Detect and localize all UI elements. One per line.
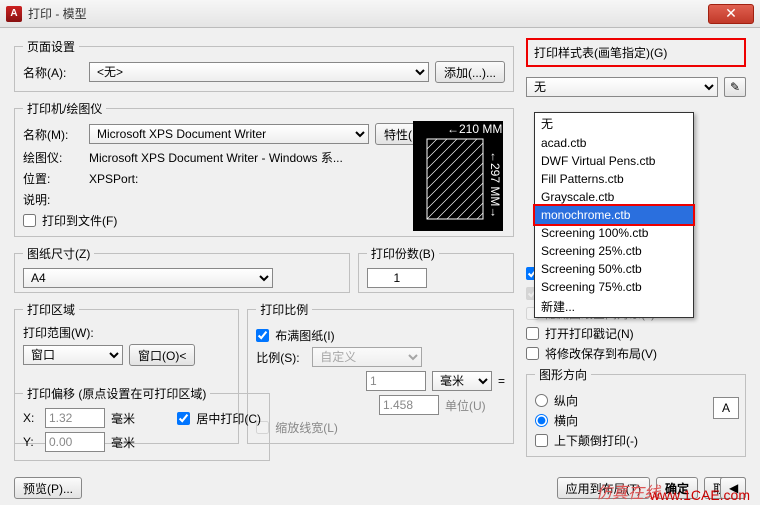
plot-style-table-group: 打印样式表(画笔指定)(G) [526, 38, 746, 67]
apply-to-layout-button[interactable]: 应用到布局(T) [557, 477, 650, 499]
scale-unit2-label: 单位(U) [445, 397, 505, 414]
window-pick-button[interactable]: 窗口(O)< [129, 344, 195, 366]
page-setup-name-combo[interactable]: <无> [89, 62, 429, 82]
printer-name-combo[interactable]: Microsoft XPS Document Writer [89, 124, 369, 144]
printer-legend: 打印机/绘图仪 [23, 100, 106, 117]
save-changes-label: 将修改保存到布局(V) [545, 345, 657, 362]
dropdown-item[interactable]: Screening 50%.ctb [535, 260, 693, 278]
printer-group: 打印机/绘图仪 名称(M): Microsoft XPS Document Wr… [14, 100, 514, 237]
close-button[interactable]: ✕ [708, 4, 754, 24]
dropdown-item[interactable]: acad.ctb [535, 134, 693, 152]
landscape-radio[interactable] [535, 414, 548, 427]
plot-style-dropdown-list[interactable]: 无 acad.ctb DWF Virtual Pens.ctb Fill Pat… [534, 112, 694, 318]
orientation-icon: A [713, 397, 739, 419]
dropdown-item-selected[interactable]: monochrome.ctb [535, 206, 693, 224]
orientation-legend: 图形方向 [535, 366, 591, 383]
location-value: XPSPort: [89, 172, 138, 186]
collapse-button[interactable]: ◀ [720, 477, 746, 499]
page-setup-group: 页面设置 名称(A): <无> 添加(...)... [14, 38, 514, 92]
plot-area-legend: 打印区域 [23, 301, 79, 318]
plotter-value: Microsoft XPS Document Writer - Windows … [89, 149, 343, 166]
dropdown-item[interactable]: 无 [535, 113, 693, 134]
center-plot-checkbox[interactable] [177, 412, 190, 425]
printer-name-label: 名称(M): [23, 126, 83, 143]
offset-x-unit: 毫米 [111, 410, 135, 427]
equals-label: = [498, 374, 505, 388]
dropdown-item[interactable]: Screening 25%.ctb [535, 242, 693, 260]
paper-size-legend: 图纸尺寸(Z) [23, 245, 94, 262]
plot-scale-group: 打印比例 布满图纸(I) 比例(S): 自定义 毫米 = 单位(U) 缩放线宽(… [247, 301, 514, 444]
scale-ratio-label: 比例(S): [256, 349, 306, 366]
fit-to-paper-label: 布满图纸(I) [275, 327, 334, 344]
plot-stamp-label: 打开打印戳记(N) [545, 325, 634, 342]
offset-x-label: X: [23, 411, 39, 425]
upside-down-checkbox[interactable] [535, 434, 548, 447]
plot-offset-legend: 打印偏移 (原点设置在可打印区域) [23, 385, 210, 402]
scale-mm2-input [379, 395, 439, 415]
page-setup-add-button[interactable]: 添加(...)... [435, 61, 505, 83]
offset-y-unit: 毫米 [111, 434, 135, 451]
landscape-label: 横向 [554, 412, 578, 429]
paper-preview: ←210 MM→ ←297 MM→ [413, 121, 503, 231]
copies-group: 打印份数(B) [358, 245, 514, 293]
dropdown-item[interactable]: DWF Virtual Pens.ctb [535, 152, 693, 170]
plot-style-table-legend: 打印样式表(画笔指定)(G) [534, 46, 667, 60]
page-setup-legend: 页面设置 [23, 38, 79, 55]
offset-y-label: Y: [23, 435, 39, 449]
titlebar: A 打印 - 模型 ✕ [0, 0, 760, 28]
dropdown-item[interactable]: Screening 75%.ctb [535, 278, 693, 296]
offset-x-input [45, 408, 105, 428]
center-plot-label: 居中打印(C) [196, 410, 261, 427]
paper-width-text: ←210 MM→ [447, 122, 503, 136]
location-label: 位置: [23, 170, 83, 187]
portrait-label: 纵向 [554, 392, 578, 409]
upside-down-label: 上下颠倒打印(-) [554, 432, 638, 449]
orientation-group: 图形方向 纵向 横向 上下颠倒打印(-) A [526, 366, 746, 457]
ok-button[interactable]: 确定 [656, 477, 698, 499]
offset-y-input [45, 432, 105, 452]
paper-size-group: 图纸尺寸(Z) A4 [14, 245, 350, 293]
scale-unit-combo[interactable]: 毫米 [432, 371, 492, 391]
description-label: 说明: [23, 191, 83, 208]
scale-mm1-input [366, 371, 426, 391]
copies-input[interactable] [367, 268, 427, 288]
fit-to-paper-checkbox[interactable] [256, 329, 269, 342]
preview-button[interactable]: 预览(P)... [14, 477, 82, 499]
window-title: 打印 - 模型 [28, 5, 708, 22]
plot-scale-legend: 打印比例 [256, 301, 312, 318]
save-changes-checkbox[interactable] [526, 347, 539, 360]
dialog-footer: 预览(P)... 应用到布局(T) 确定 取消 ? ◀ [14, 477, 746, 499]
plot-range-combo[interactable]: 窗口 [23, 345, 123, 365]
paper-height-text: ←297 MM→ [488, 151, 502, 218]
plot-offset-group: 打印偏移 (原点设置在可打印区域) X: 毫米 居中打印(C) Y: 毫米 [14, 385, 270, 461]
scale-lineweight-label: 缩放线宽(L) [275, 419, 338, 436]
scale-ratio-combo: 自定义 [312, 347, 422, 367]
app-icon: A [6, 6, 22, 22]
plot-style-edit-button[interactable]: ✎ [724, 77, 746, 97]
dropdown-item[interactable]: 新建... [535, 296, 693, 317]
plot-range-label: 打印范围(W): [23, 324, 230, 341]
portrait-radio[interactable] [535, 394, 548, 407]
plotter-label: 绘图仪: [23, 149, 83, 166]
plot-to-file-label: 打印到文件(F) [42, 212, 117, 229]
dropdown-item[interactable]: Screening 100%.ctb [535, 224, 693, 242]
paper-size-combo[interactable]: A4 [23, 268, 273, 288]
plot-stamp-checkbox[interactable] [526, 327, 539, 340]
dropdown-item[interactable]: Fill Patterns.ctb [535, 170, 693, 188]
plot-style-table-combo[interactable]: 无 [526, 77, 718, 97]
page-setup-name-label: 名称(A): [23, 64, 83, 81]
plot-to-file-checkbox[interactable] [23, 214, 36, 227]
copies-legend: 打印份数(B) [367, 245, 439, 262]
